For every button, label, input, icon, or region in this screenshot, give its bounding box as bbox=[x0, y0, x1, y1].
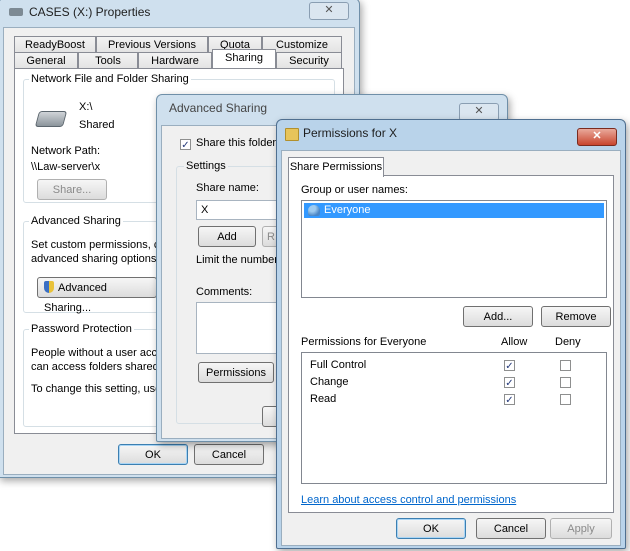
settings-label: Settings bbox=[184, 160, 228, 172]
properties-close-button[interactable]: ✕ bbox=[309, 2, 349, 20]
permissions-client: Share Permissions Group or user names: E… bbox=[281, 150, 621, 546]
permissions-window: Permissions for X ✕ Share Permissions Gr… bbox=[276, 119, 626, 549]
permissions-title: Permissions for X bbox=[303, 126, 398, 140]
permissions-close-button[interactable]: ✕ bbox=[577, 128, 617, 146]
advanced-sharing-button[interactable]: Advanced Sharing... bbox=[37, 277, 157, 314]
share-name-label: Share name: bbox=[196, 182, 259, 194]
password-desc-2: can access folders shared v bbox=[31, 361, 168, 373]
tab-hardware[interactable]: Hardware bbox=[138, 52, 212, 68]
folder-icon bbox=[285, 128, 299, 141]
remove-permission-button[interactable]: Remove bbox=[541, 306, 611, 327]
tab-security[interactable]: Security bbox=[276, 52, 342, 68]
list-item-label: Everyone bbox=[324, 204, 371, 216]
drive-icon bbox=[34, 111, 68, 127]
permissions-cancel-button[interactable]: Cancel bbox=[476, 518, 546, 539]
change-deny-checkbox[interactable] bbox=[560, 377, 571, 388]
shield-icon bbox=[44, 281, 54, 293]
tab-tools[interactable]: Tools bbox=[78, 52, 138, 68]
permissions-titlebar[interactable]: Permissions for X ✕ bbox=[277, 120, 625, 146]
access-control-help-link[interactable]: Learn about access control and permissio… bbox=[301, 494, 516, 506]
group-names-list[interactable]: Everyone bbox=[301, 200, 607, 298]
properties-titlebar[interactable]: CASES (X:) Properties ✕ bbox=[0, 0, 359, 25]
advanced-sharing-group-label: Advanced Sharing bbox=[29, 215, 123, 227]
limit-users-label: Limit the number bbox=[196, 254, 278, 266]
full-control-deny-checkbox[interactable] bbox=[560, 360, 571, 371]
permissions-ok-button[interactable]: OK bbox=[396, 518, 466, 539]
properties-cancel-button[interactable]: Cancel bbox=[194, 444, 264, 465]
permissions-table: Full Control ✓ Change ✓ Read ✓ bbox=[301, 352, 607, 484]
tab-general[interactable]: General bbox=[14, 52, 78, 68]
advanced-sharing-title: Advanced Sharing bbox=[169, 101, 268, 115]
password-protection-group-label: Password Protection bbox=[29, 323, 134, 335]
users-icon bbox=[308, 205, 320, 216]
list-item-everyone[interactable]: Everyone bbox=[304, 203, 604, 218]
share-folder-label: Share this folder bbox=[196, 137, 277, 149]
add-permission-button[interactable]: Add... bbox=[463, 306, 533, 327]
change-allow-checkbox[interactable]: ✓ bbox=[504, 377, 515, 389]
tab-readyboost[interactable]: ReadyBoost bbox=[14, 36, 96, 52]
advanced-sharing-titlebar[interactable]: Advanced Sharing ✕ bbox=[157, 95, 507, 121]
full-control-allow-checkbox[interactable]: ✓ bbox=[504, 360, 515, 372]
permission-row-full-control: Full Control bbox=[310, 359, 367, 371]
read-allow-checkbox[interactable]: ✓ bbox=[504, 394, 515, 406]
tab-share-permissions[interactable]: Share Permissions bbox=[288, 157, 384, 177]
permissions-apply-button[interactable]: Apply bbox=[550, 518, 612, 539]
add-share-button[interactable]: Add bbox=[198, 226, 256, 247]
permissions-button[interactable]: Permissions bbox=[198, 362, 274, 383]
share-folder-checkbox[interactable]: ✓ bbox=[180, 139, 191, 151]
advanced-sharing-desc-1: Set custom permissions, cre bbox=[31, 239, 170, 251]
password-desc-1: People without a user acco bbox=[31, 347, 164, 359]
network-path-label: Network Path: bbox=[31, 145, 101, 157]
deny-column-header: Deny bbox=[555, 336, 581, 348]
permission-row-read: Read bbox=[310, 393, 337, 405]
share-permissions-page: Group or user names: Everyone Add... Rem… bbox=[288, 175, 614, 513]
group-names-label: Group or user names: bbox=[301, 184, 408, 196]
read-deny-checkbox[interactable] bbox=[560, 394, 571, 405]
drive-icon bbox=[9, 8, 23, 16]
share-button[interactable]: Share... bbox=[37, 179, 107, 200]
comments-label: Comments: bbox=[196, 286, 253, 298]
drive-status: Shared bbox=[79, 119, 115, 131]
password-desc-3: To change this setting, use bbox=[31, 383, 162, 395]
network-path: \\Law-server\x bbox=[31, 161, 101, 173]
tab-sharing[interactable]: Sharing bbox=[212, 49, 276, 68]
drive-name: X:\ bbox=[79, 101, 93, 113]
nfs-group-label: Network File and Folder Sharing bbox=[29, 73, 191, 85]
advanced-sharing-desc-2: advanced sharing options. bbox=[31, 253, 160, 265]
properties-ok-button[interactable]: OK bbox=[118, 444, 188, 465]
allow-column-header: Allow bbox=[501, 336, 528, 348]
permission-row-change: Change bbox=[310, 376, 349, 388]
tab-previous-versions[interactable]: Previous Versions bbox=[96, 36, 208, 52]
permissions-for-label: Permissions for Everyone bbox=[301, 336, 427, 348]
properties-title: CASES (X:) Properties bbox=[29, 5, 151, 19]
share-name-value: X bbox=[201, 204, 209, 216]
